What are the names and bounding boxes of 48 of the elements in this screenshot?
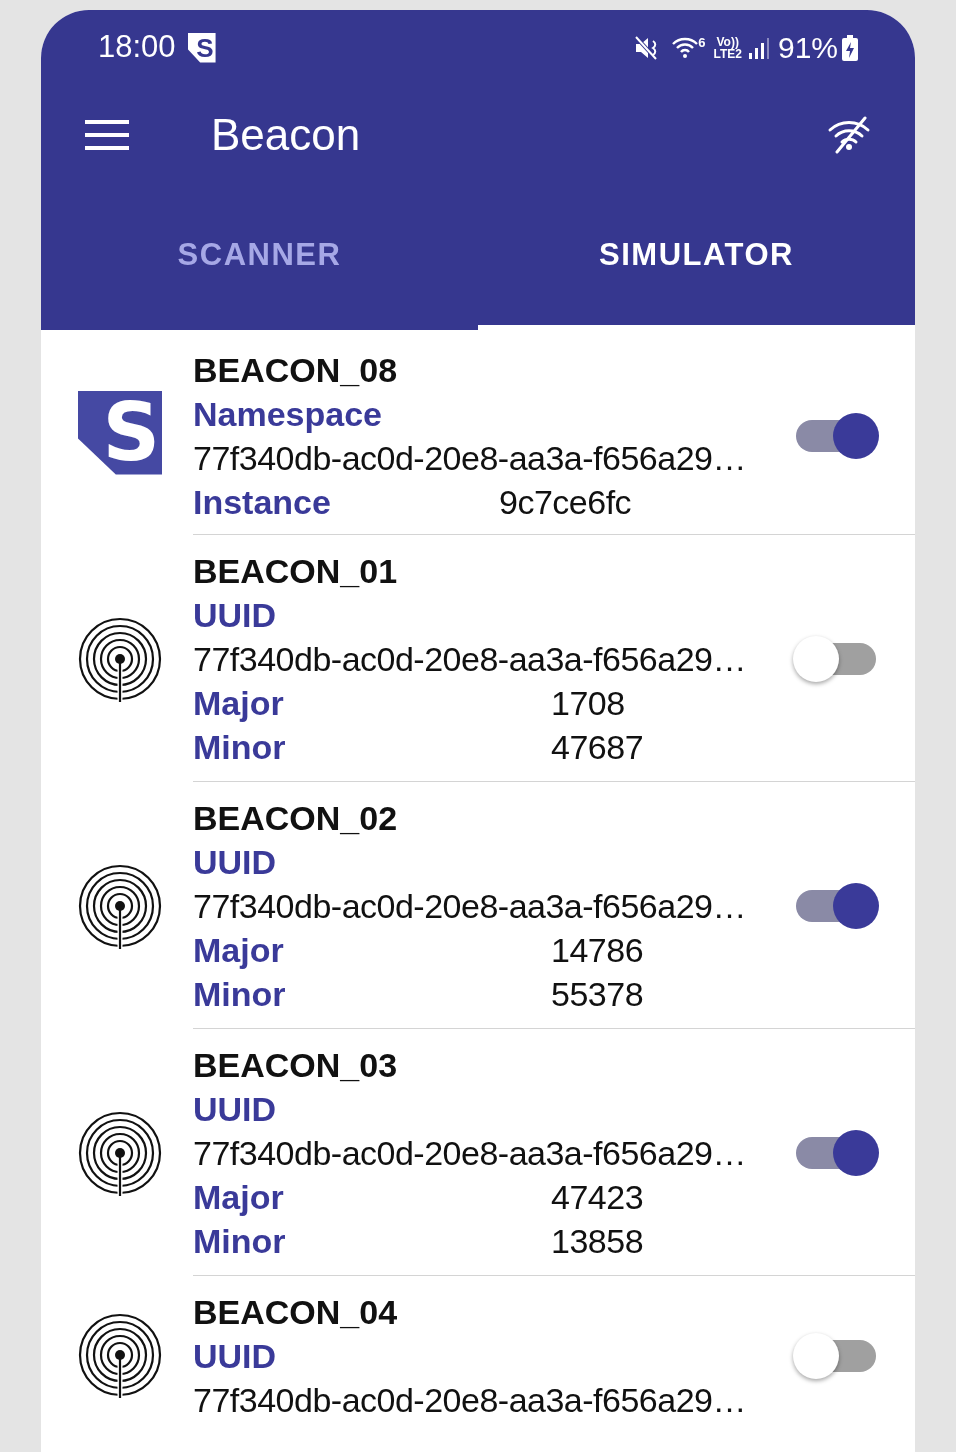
app-title: Beacon [211, 109, 361, 161]
field-value: 1708 [551, 683, 625, 724]
signal-icon [747, 35, 770, 60]
radar-icon [77, 1312, 163, 1398]
field-value: 77f340db-ac0d-20e8-aa3a-f656a29… [193, 886, 746, 927]
field-label: Minor [193, 974, 287, 1015]
field-value: 77f340db-ac0d-20e8-aa3a-f656a29… [193, 1380, 746, 1421]
radar-icon [77, 1109, 163, 1196]
field-value: 14786 [551, 930, 644, 971]
radar-icon [77, 862, 163, 949]
beacon-name: BEACON_01 [193, 551, 399, 592]
field-label: UUID [193, 1336, 277, 1377]
radar-icon [77, 615, 163, 702]
volte-label: Vo)) [716, 35, 739, 48]
wifi-off-icon[interactable] [827, 116, 871, 154]
field-value: 47423 [551, 1177, 644, 1218]
field-label: Minor [193, 727, 287, 768]
menu-icon[interactable] [85, 120, 129, 150]
clock: 18:00 [98, 28, 176, 67]
beacon-name: BEACON_02 [193, 798, 399, 839]
wifi-band-label: 6 [698, 35, 706, 49]
battery-charging-icon [842, 34, 858, 61]
field-label: UUID [193, 842, 277, 883]
battery-percent: 91% [777, 30, 838, 66]
lte-label: LTE2 [713, 47, 742, 60]
field-value: 77f340db-ac0d-20e8-aa3a-f656a29… [193, 1133, 746, 1174]
logo-icon: S [78, 390, 162, 475]
beacon-name: BEACON_03 [193, 1045, 399, 1086]
tab[interactable]: SIMULATOR [478, 185, 915, 330]
field-label: UUID [193, 1089, 277, 1130]
wifi-icon [672, 35, 699, 60]
field-label: Instance [193, 482, 332, 523]
field-label: Major [193, 1177, 285, 1218]
field-value: 13858 [551, 1221, 644, 1262]
field-value: 77f340db-ac0d-20e8-aa3a-f656a29… [193, 639, 746, 680]
field-value: 9c7ce6fc [499, 482, 632, 523]
field-label: Major [193, 930, 285, 971]
field-label: UUID [193, 595, 277, 636]
field-value: 55378 [551, 974, 644, 1015]
beacon-name: BEACON_08 [193, 350, 399, 391]
beacon-name: BEACON_04 [193, 1292, 399, 1333]
field-value: 77f340db-ac0d-20e8-aa3a-f656a29… [193, 438, 746, 479]
field-label: Minor [193, 1221, 287, 1262]
field-value: 47687 [551, 727, 644, 768]
app-badge-icon: S [187, 32, 216, 63]
field-label: Major [193, 683, 285, 724]
field-label: Namespace [193, 394, 382, 435]
tab[interactable]: SCANNER [41, 185, 478, 330]
